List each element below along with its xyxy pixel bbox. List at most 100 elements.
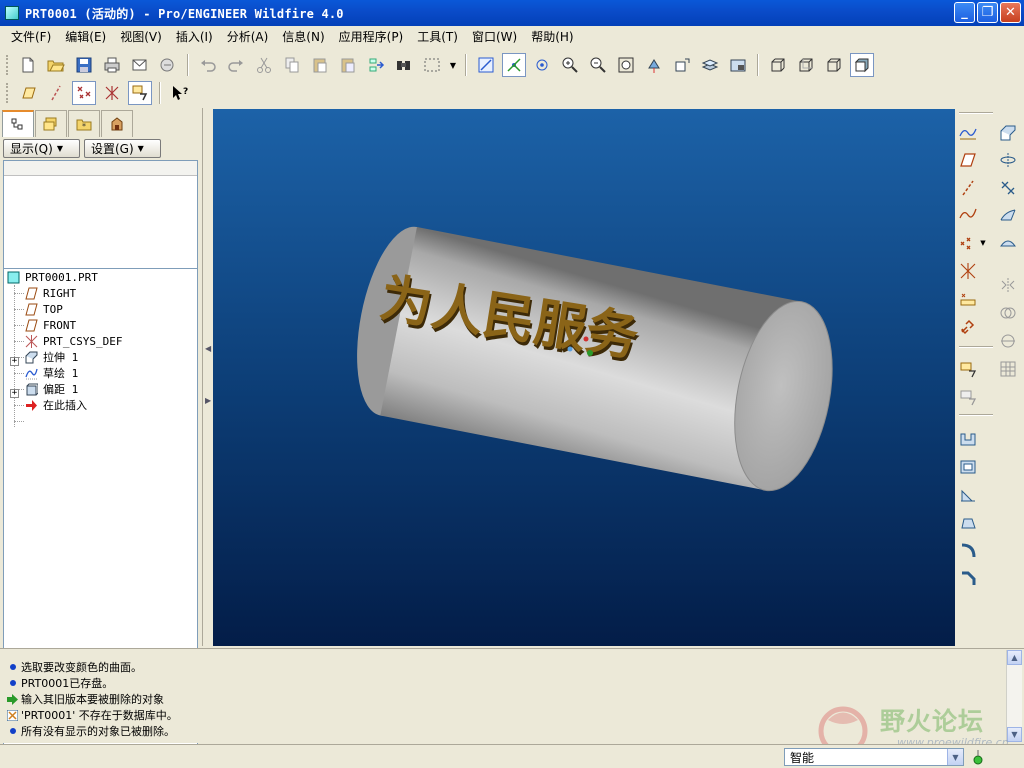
collapse-arrow-icon[interactable]: ◀: [205, 344, 211, 353]
menu-applications[interactable]: 应用程序(P): [332, 28, 411, 45]
datum-point-dropdown-icon[interactable]: ▼: [977, 232, 989, 254]
selection-dropdown-icon[interactable]: ▼: [446, 53, 460, 77]
tree-item-extrude[interactable]: 拉伸 1: [24, 349, 78, 365]
toolbar-grip[interactable]: [6, 55, 9, 75]
minimize-button[interactable]: _: [954, 2, 975, 23]
reorient-icon[interactable]: [642, 53, 666, 77]
paste-icon[interactable]: [308, 53, 332, 77]
send-link-icon[interactable]: [156, 53, 180, 77]
tree-item-part[interactable]: PRT0001.PRT: [6, 269, 98, 285]
chevron-down-icon[interactable]: ▼: [947, 749, 963, 765]
extrude-tool-icon[interactable]: [997, 122, 1019, 144]
expand-offset[interactable]: +: [10, 385, 19, 401]
csys-tool-icon[interactable]: [957, 260, 979, 282]
datum-axis-tool-icon[interactable]: [957, 177, 979, 199]
tree-item-offset[interactable]: 偏距 1: [24, 381, 78, 397]
zoom-in-icon[interactable]: [558, 53, 582, 77]
point-display-icon[interactable]: [72, 81, 96, 105]
tree-item-sketch[interactable]: 草绘 1: [24, 365, 78, 381]
maximize-button[interactable]: ❐: [977, 2, 998, 23]
menu-info[interactable]: 信息(N): [275, 28, 331, 45]
scroll-up-icon[interactable]: ▲: [1007, 650, 1022, 665]
repaint-icon[interactable]: [474, 53, 498, 77]
settings-button[interactable]: 设置(G) ▼: [84, 139, 161, 158]
expand-extrude[interactable]: +: [10, 353, 19, 369]
rib-tool-icon[interactable]: [957, 484, 979, 506]
orient-mode-icon[interactable]: [530, 53, 554, 77]
menu-view[interactable]: 视图(V): [113, 28, 169, 45]
tree-item-csys[interactable]: PRT_CSYS_DEF: [24, 333, 122, 349]
regenerate-icon[interactable]: [364, 53, 388, 77]
zoom-out-icon[interactable]: [586, 53, 610, 77]
annotation-element-icon[interactable]: [957, 386, 979, 408]
refit-icon[interactable]: [614, 53, 638, 77]
axis-display-icon[interactable]: [44, 81, 68, 105]
annotation-feature-icon[interactable]: [957, 358, 979, 380]
hole-tool-icon[interactable]: [957, 428, 979, 450]
save-icon[interactable]: [72, 53, 96, 77]
datum-plane-tool-icon[interactable]: [957, 149, 979, 171]
datum-curve-tool-icon[interactable]: [957, 204, 979, 226]
chain-link-icon[interactable]: [957, 316, 979, 338]
shell-tool-icon[interactable]: [957, 456, 979, 478]
open-folder-icon[interactable]: [44, 53, 68, 77]
layers-icon[interactable]: [698, 53, 722, 77]
menu-analysis[interactable]: 分析(A): [220, 28, 276, 45]
menu-edit[interactable]: 编辑(E): [58, 28, 113, 45]
model-tree-tab[interactable]: [2, 110, 34, 137]
variable-sweep-icon[interactable]: [997, 177, 1019, 199]
favorites-tab[interactable]: *: [68, 110, 100, 137]
menu-insert[interactable]: 插入(I): [169, 28, 220, 45]
cut-icon[interactable]: [252, 53, 276, 77]
shading-icon[interactable]: [850, 53, 874, 77]
view-manager-icon[interactable]: [726, 53, 750, 77]
panel-splitter[interactable]: ◀ ▶: [202, 108, 212, 646]
analysis-feature-icon[interactable]: [957, 288, 979, 310]
saved-views-icon[interactable]: [670, 53, 694, 77]
close-button[interactable]: ✕: [1000, 2, 1021, 23]
chamfer-tool-icon[interactable]: [957, 568, 979, 590]
show-button[interactable]: 显示(Q) ▼: [3, 139, 80, 158]
send-mail-icon[interactable]: [128, 53, 152, 77]
tree-item-front[interactable]: FRONT: [24, 317, 76, 333]
trim-tool-icon[interactable]: [997, 330, 1019, 352]
print-icon[interactable]: [100, 53, 124, 77]
tree-item-right[interactable]: RIGHT: [24, 285, 76, 301]
datum-off-icon[interactable]: [957, 122, 979, 144]
round-tool-icon[interactable]: [957, 540, 979, 562]
menu-window[interactable]: 窗口(W): [465, 28, 524, 45]
mirror-tool-icon[interactable]: [997, 274, 1019, 296]
menu-help[interactable]: 帮助(H): [524, 28, 580, 45]
tree-item-top[interactable]: TOP: [24, 301, 63, 317]
style-tool-icon[interactable]: [997, 232, 1019, 254]
selection-box-icon[interactable]: [420, 53, 444, 77]
expand-arrow-icon[interactable]: ▶: [205, 396, 211, 405]
wireframe-icon[interactable]: [766, 53, 790, 77]
connections-tab[interactable]: [101, 110, 133, 137]
scroll-down-icon[interactable]: ▼: [1007, 727, 1022, 742]
boundary-blend-icon[interactable]: [997, 204, 1019, 226]
find-icon[interactable]: [392, 53, 416, 77]
annotation-display-icon[interactable]: [128, 81, 152, 105]
copy-icon[interactable]: [280, 53, 304, 77]
selection-filter-select[interactable]: 智能 ▼: [784, 748, 964, 766]
spin-center-icon[interactable]: [502, 53, 526, 77]
plane-display-icon[interactable]: [16, 81, 40, 105]
redo-icon[interactable]: [224, 53, 248, 77]
no-hidden-icon[interactable]: [822, 53, 846, 77]
message-scrollbar[interactable]: ▲ ▼: [1006, 650, 1022, 742]
new-file-icon[interactable]: [16, 53, 40, 77]
folder-browser-tab[interactable]: [35, 110, 67, 137]
merge-tool-icon[interactable]: [997, 302, 1019, 324]
pattern-tool-icon[interactable]: [997, 358, 1019, 380]
menu-tools[interactable]: 工具(T): [410, 28, 465, 45]
context-help-icon[interactable]: ?: [168, 81, 192, 105]
paste-special-icon[interactable]: [336, 53, 360, 77]
graphics-window[interactable]: 为人民服务 为人民服务: [213, 109, 955, 646]
draft-tool-icon[interactable]: [957, 512, 979, 534]
undo-icon[interactable]: [196, 53, 220, 77]
revolve-tool-icon[interactable]: [997, 149, 1019, 171]
csys-display-icon[interactable]: [100, 81, 124, 105]
menu-file[interactable]: 文件(F): [4, 28, 58, 45]
toolbar-grip[interactable]: [6, 83, 9, 103]
